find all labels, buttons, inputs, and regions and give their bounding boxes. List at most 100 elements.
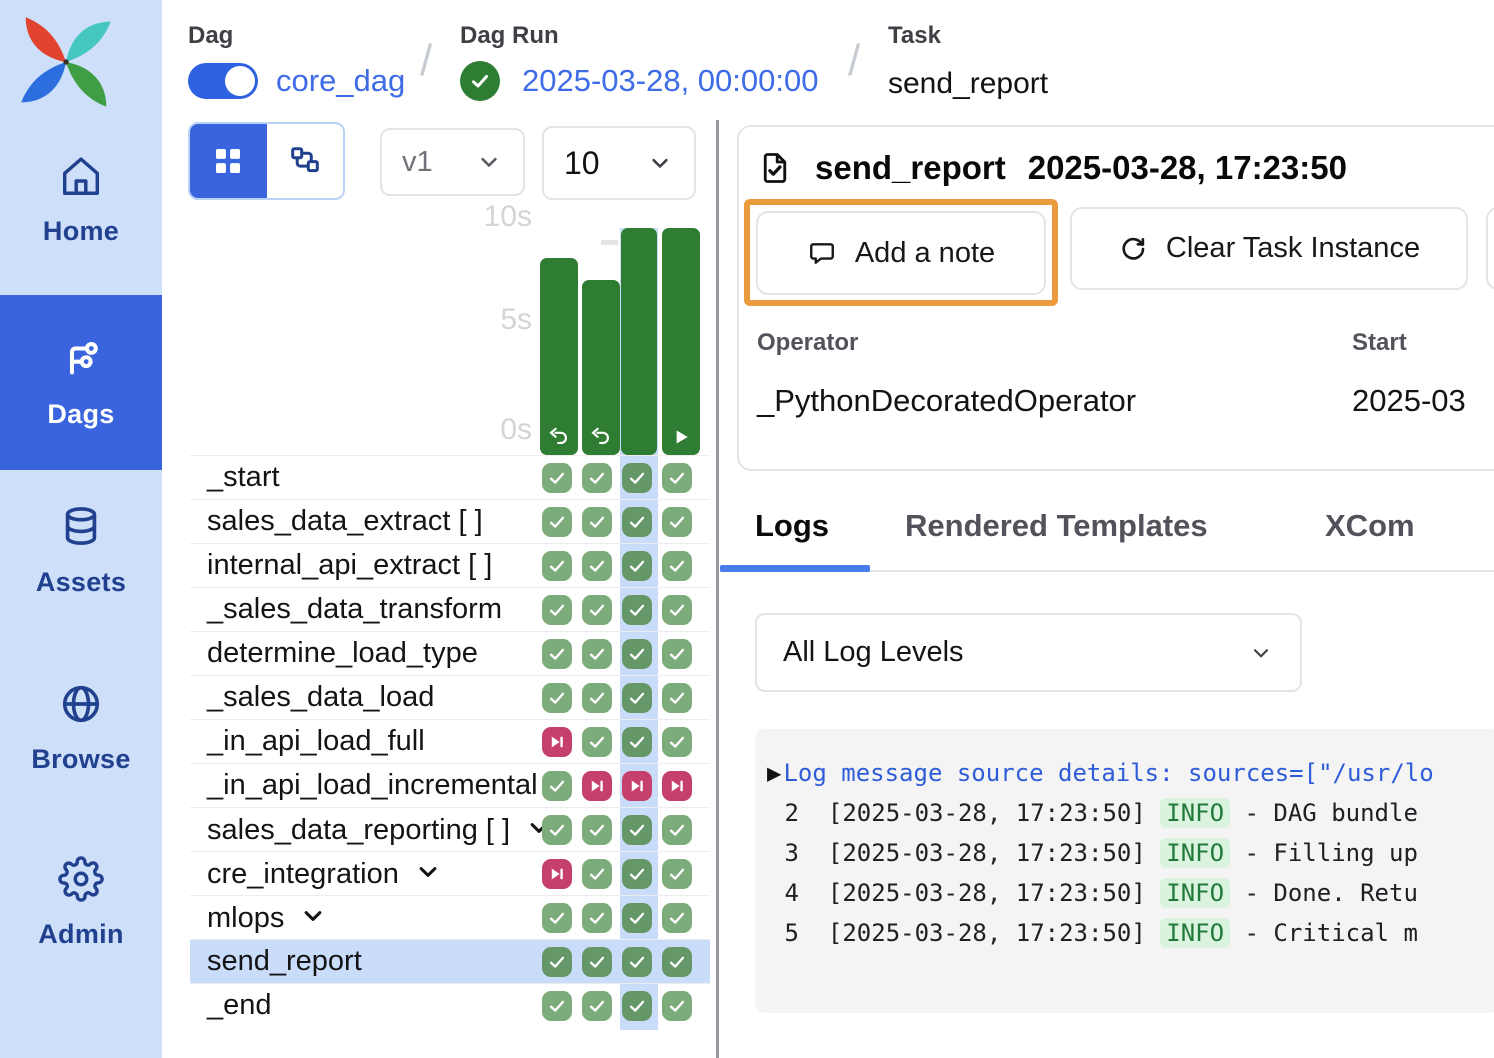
task-instance-square-success[interactable] [622, 551, 652, 581]
task-instance-square-success[interactable] [542, 463, 572, 493]
task-instance-square-success[interactable] [542, 683, 572, 713]
dag-pause-toggle[interactable] [188, 63, 258, 99]
task-instance-square-success[interactable] [622, 507, 652, 537]
task-instance-square-skipped[interactable] [622, 771, 652, 801]
task-instance-square-success[interactable] [622, 903, 652, 933]
task-row-send-report[interactable]: send_report [190, 939, 710, 983]
graph-view-button[interactable] [267, 124, 344, 198]
task-row-start[interactable]: _start [190, 455, 710, 499]
sidebar-item-home[interactable]: Home [0, 140, 162, 260]
task-row-sales-data-extract[interactable]: sales_data_extract [ ] [190, 499, 710, 543]
task-instance-square-success[interactable] [622, 947, 652, 977]
log-line-3: 3 [2025-03-28, 17:23:50] INFO - Filling … [767, 833, 1494, 873]
tab-logs[interactable]: Logs [755, 508, 829, 544]
sidebar-item-dags[interactable]: Dags [0, 295, 162, 470]
task-instance-square-skipped[interactable] [542, 859, 572, 889]
more-actions-button[interactable] [1486, 207, 1494, 290]
task-instance-square-success[interactable] [622, 639, 652, 669]
task-instance-square-success[interactable] [622, 815, 652, 845]
task-instance-square-success[interactable] [622, 859, 652, 889]
dag-version-select[interactable]: v1 [380, 128, 525, 196]
task-instance-square-success[interactable] [542, 991, 572, 1021]
task-instance-square-success[interactable] [582, 639, 612, 669]
task-instance-square-success[interactable] [662, 463, 692, 493]
task-instance-square-success[interactable] [582, 727, 612, 757]
task-instance-square-success[interactable] [622, 991, 652, 1021]
task-instance-square-success[interactable] [542, 903, 572, 933]
log-timestamp: [2025-03-28, 17:23:50] [828, 839, 1146, 867]
task-row-mlops[interactable]: mlops [190, 895, 710, 939]
task-instance-square-success[interactable] [582, 595, 612, 625]
task-row-in-api-load-incremental[interactable]: _in_api_load_incremental [190, 763, 710, 807]
task-instance-square-success[interactable] [662, 551, 692, 581]
task-row-in-api-load-full[interactable]: _in_api_load_full [190, 719, 710, 763]
run-duration-bar-4[interactable] [662, 228, 700, 455]
log-source-line[interactable]: ▶Log message source details: sources=["/… [767, 753, 1494, 793]
task-instance-square-success[interactable] [542, 551, 572, 581]
grid-view-button[interactable] [190, 124, 267, 198]
task-instance-square-skipped[interactable] [542, 727, 572, 757]
breadcrumb-dagrun-group: Dag Run 2025-03-28, 00:00:00 [460, 22, 818, 101]
run-duration-bar-3[interactable] [621, 228, 657, 455]
task-instance-square-success[interactable] [662, 595, 692, 625]
run-duration-bar-1[interactable] [540, 258, 578, 455]
task-instance-square-success[interactable] [622, 595, 652, 625]
chevron-down-icon[interactable] [399, 858, 443, 890]
dag-run-link[interactable]: 2025-03-28, 00:00:00 [522, 63, 818, 99]
task-instance-square-success[interactable] [662, 947, 692, 977]
task-instance-square-success[interactable] [662, 859, 692, 889]
task-label: Task [888, 22, 1048, 50]
task-name-label: _start [207, 461, 280, 494]
sidebar-item-admin[interactable]: Admin [0, 840, 162, 966]
run-limit-select[interactable]: 10 [542, 126, 696, 200]
task-instance-square-success[interactable] [582, 991, 612, 1021]
task-instance-square-success[interactable] [542, 639, 572, 669]
task-row-determine-load-type[interactable]: determine_load_type [190, 631, 710, 675]
task-instance-square-success[interactable] [662, 683, 692, 713]
sidebar-item-assets[interactable]: Assets [0, 488, 162, 613]
task-instance-square-success[interactable] [582, 507, 612, 537]
task-row-end[interactable]: _end [190, 983, 710, 1027]
task-row-cre-integration[interactable]: cre_integration [190, 851, 710, 895]
task-instance-square-success[interactable] [582, 551, 612, 581]
tab-rendered-templates[interactable]: Rendered Templates [905, 508, 1208, 544]
log-level-select[interactable]: All Log Levels [755, 613, 1302, 692]
task-instance-square-success[interactable] [582, 683, 612, 713]
task-instance-square-success[interactable] [542, 507, 572, 537]
task-row-sales-data-load[interactable]: _sales_data_load [190, 675, 710, 719]
task-row-sales-data-reporting[interactable]: sales_data_reporting [ ] [190, 807, 710, 851]
tab-xcom[interactable]: XCom [1325, 508, 1415, 544]
task-instance-square-success[interactable] [622, 683, 652, 713]
add-note-button[interactable]: Add a note [756, 211, 1046, 295]
task-instance-square-success[interactable] [662, 727, 692, 757]
task-row-sales-data-transform[interactable]: _sales_data_transform [190, 587, 710, 631]
task-instance-square-success[interactable] [622, 727, 652, 757]
task-instance-square-skipped[interactable] [662, 771, 692, 801]
task-instance-square-success[interactable] [662, 815, 692, 845]
view-toggle [188, 122, 345, 200]
task-instance-square-success[interactable] [662, 639, 692, 669]
sidebar-item-browse[interactable]: Browse [0, 665, 162, 790]
chevron-down-icon[interactable] [284, 902, 328, 934]
dag-name-link[interactable]: core_dag [276, 63, 405, 99]
task-instance-square-success[interactable] [542, 815, 572, 845]
task-instance-square-success[interactable] [662, 507, 692, 537]
task-instance-square-success[interactable] [582, 859, 612, 889]
task-instance-square-success[interactable] [542, 947, 572, 977]
panel-splitter[interactable] [716, 120, 719, 1058]
task-instance-square-success[interactable] [662, 903, 692, 933]
run-duration-bar-2[interactable] [582, 280, 620, 455]
airflow-logo-icon[interactable] [10, 6, 122, 106]
clear-task-instance-button[interactable]: Clear Task Instance [1070, 207, 1468, 290]
task-instance-square-success[interactable] [582, 463, 612, 493]
task-instance-square-success[interactable] [582, 903, 612, 933]
expand-triangle-icon[interactable]: ▶ [767, 759, 781, 787]
task-instance-square-success[interactable] [582, 815, 612, 845]
task-instance-square-success[interactable] [622, 463, 652, 493]
task-instance-square-success[interactable] [662, 991, 692, 1021]
task-instance-square-success[interactable] [542, 595, 572, 625]
task-row-internal-api-extract[interactable]: internal_api_extract [ ] [190, 543, 710, 587]
task-instance-square-success[interactable] [582, 947, 612, 977]
task-instance-square-success[interactable] [542, 771, 572, 801]
task-instance-square-skipped[interactable] [582, 771, 612, 801]
